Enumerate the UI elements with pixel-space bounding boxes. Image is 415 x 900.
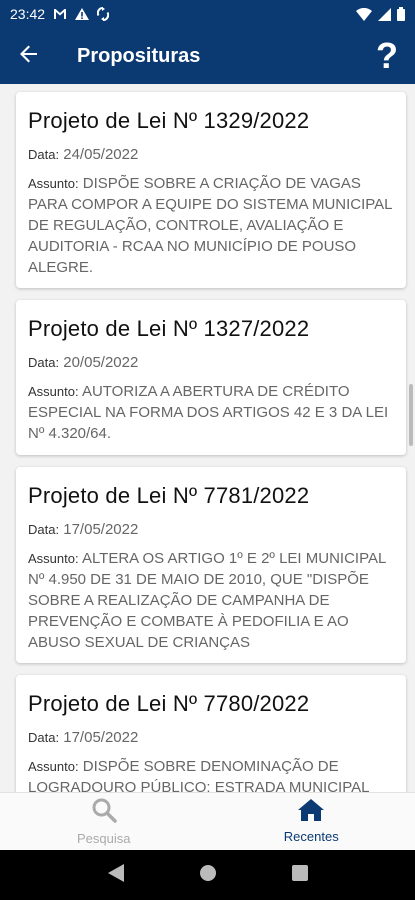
battery-icon bbox=[397, 7, 405, 21]
gmail-icon bbox=[53, 8, 67, 20]
status-time: 23:42 bbox=[10, 6, 46, 22]
date-row: Data: 20/05/2022 bbox=[28, 354, 394, 371]
proposition-card[interactable]: Projeto de Lei Nº 7780/2022 Data: 17/05/… bbox=[16, 675, 406, 792]
proposition-card[interactable]: Projeto de Lei Nº 1329/2022 Data: 24/05/… bbox=[16, 92, 406, 288]
proposition-title: Projeto de Lei Nº 1329/2022 bbox=[28, 108, 310, 133]
date-row: Data: 17/05/2022 bbox=[28, 729, 394, 746]
proposition-card[interactable]: Projeto de Lei Nº 1327/2022 Data: 20/05/… bbox=[16, 300, 406, 455]
alert-icon bbox=[75, 8, 90, 20]
subject-value: DISPÕE SOBRE A CRIAÇÃO DE VAGAS PARA COM… bbox=[28, 175, 392, 276]
subject-row: Assunto: DISPÕE SOBRE A CRIAÇÃO DE VAGAS… bbox=[28, 173, 394, 278]
page-title: Proposituras bbox=[77, 44, 201, 67]
subject-label: Assunto: bbox=[28, 384, 79, 399]
back-triangle-icon[interactable] bbox=[107, 863, 124, 887]
nav-item-pesquisa[interactable]: Pesquisa bbox=[0, 793, 208, 850]
subject-value: ALTERA OS ARTIGO 1º E 2º LEI MUNICIPAL N… bbox=[28, 550, 386, 651]
wifi-icon bbox=[356, 7, 372, 21]
proposition-title: Projeto de Lei Nº 7780/2022 bbox=[28, 691, 310, 716]
date-value: 17/05/2022 bbox=[63, 521, 139, 538]
arrow-back-icon bbox=[20, 45, 38, 68]
help-button[interactable]: ? bbox=[359, 28, 415, 84]
back-button[interactable] bbox=[0, 28, 58, 84]
date-label: Data: bbox=[28, 730, 60, 745]
system-navigation-bar bbox=[0, 850, 415, 900]
subject-value: DISPÕE SOBRE DENOMINAÇÃO DE LOGRADOURO P… bbox=[28, 758, 370, 792]
scrollbar[interactable] bbox=[409, 384, 413, 446]
signal-icon bbox=[378, 7, 391, 21]
proposition-title: Projeto de Lei Nº 7781/2022 bbox=[28, 483, 310, 508]
app-bar: Proposituras ? bbox=[0, 28, 415, 84]
date-label: Data: bbox=[28, 522, 60, 537]
subject-value: AUTORIZA A ABERTURA DE CRÉDITO ESPECIAL … bbox=[28, 383, 389, 442]
bottom-navigation: Pesquisa Recentes bbox=[0, 792, 415, 850]
nav-label-pesquisa: Pesquisa bbox=[77, 831, 131, 846]
proposition-title: Projeto de Lei Nº 1327/2022 bbox=[28, 316, 310, 341]
date-value: 24/05/2022 bbox=[63, 146, 139, 163]
date-label: Data: bbox=[28, 355, 60, 370]
home-circle-icon[interactable] bbox=[199, 864, 217, 887]
date-row: Data: 24/05/2022 bbox=[28, 146, 394, 163]
recents-square-icon[interactable] bbox=[291, 864, 308, 886]
home-icon bbox=[298, 799, 325, 826]
nav-item-recentes[interactable]: Recentes bbox=[208, 793, 415, 850]
search-icon bbox=[91, 797, 117, 828]
propositions-list[interactable]: Projeto de Lei Nº 1329/2022 Data: 24/05/… bbox=[0, 84, 415, 792]
date-value: 17/05/2022 bbox=[63, 729, 139, 746]
subject-row: Assunto: DISPÕE SOBRE DENOMINAÇÃO DE LOG… bbox=[28, 756, 394, 792]
subject-row: Assunto: AUTORIZA A ABERTURA DE CRÉDITO … bbox=[28, 381, 394, 444]
date-row: Data: 17/05/2022 bbox=[28, 521, 394, 538]
subject-label: Assunto: bbox=[28, 551, 79, 566]
date-label: Data: bbox=[28, 147, 60, 162]
status-bar: 23:42 bbox=[0, 0, 415, 28]
subject-row: Assunto: ALTERA OS ARTIGO 1º E 2º LEI MU… bbox=[28, 548, 394, 653]
subject-label: Assunto: bbox=[28, 759, 79, 774]
nav-label-recentes: Recentes bbox=[283, 829, 339, 844]
question-mark-icon: ? bbox=[376, 35, 398, 76]
date-value: 20/05/2022 bbox=[63, 354, 139, 371]
proposition-card[interactable]: Projeto de Lei Nº 7781/2022 Data: 17/05/… bbox=[16, 467, 406, 663]
sync-icon bbox=[97, 7, 110, 21]
subject-label: Assunto: bbox=[28, 176, 79, 191]
